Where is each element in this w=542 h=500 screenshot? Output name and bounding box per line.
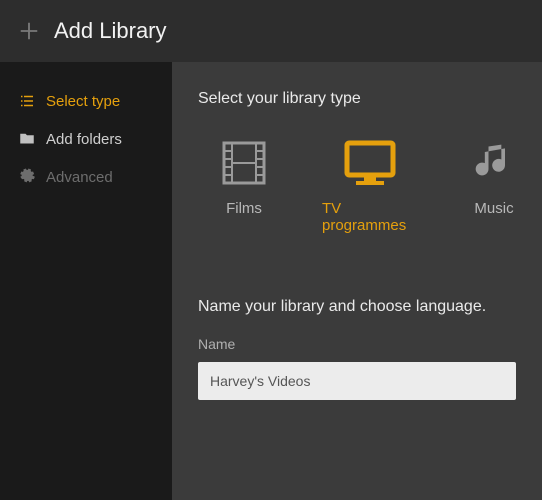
library-type-options: Films TV programmes Mu <box>198 138 516 234</box>
list-icon <box>18 92 36 110</box>
sidebar-item-label: Add folders <box>46 131 122 148</box>
main-panel: Select your library type <box>172 62 542 500</box>
gear-icon <box>18 168 36 186</box>
music-icon <box>472 138 516 188</box>
folder-icon <box>18 130 36 148</box>
name-field-label: Name <box>198 336 516 352</box>
type-label: Music <box>474 200 513 217</box>
dialog-title: Add Library <box>54 18 167 44</box>
type-option-music[interactable]: Music <box>472 138 516 234</box>
plus-icon <box>18 20 40 42</box>
film-icon <box>220 138 268 188</box>
type-option-tv[interactable]: TV programmes <box>322 138 418 234</box>
type-label: Films <box>226 200 262 217</box>
sidebar-item-select-type[interactable]: Select type <box>0 82 172 120</box>
type-label: TV programmes <box>322 200 418 234</box>
library-name-input[interactable] <box>198 362 516 400</box>
sidebar-item-label: Advanced <box>46 169 113 186</box>
sidebar-item-add-folders[interactable]: Add folders <box>0 120 172 158</box>
steps-sidebar: Select type Add folders Advanced <box>0 62 172 500</box>
name-section-heading: Name your library and choose language. <box>198 298 516 316</box>
select-type-heading: Select your library type <box>198 90 516 108</box>
sidebar-item-advanced[interactable]: Advanced <box>0 158 172 196</box>
dialog-header: Add Library <box>0 0 542 62</box>
type-option-films[interactable]: Films <box>220 138 268 234</box>
sidebar-item-label: Select type <box>46 93 120 110</box>
tv-icon <box>344 138 396 188</box>
